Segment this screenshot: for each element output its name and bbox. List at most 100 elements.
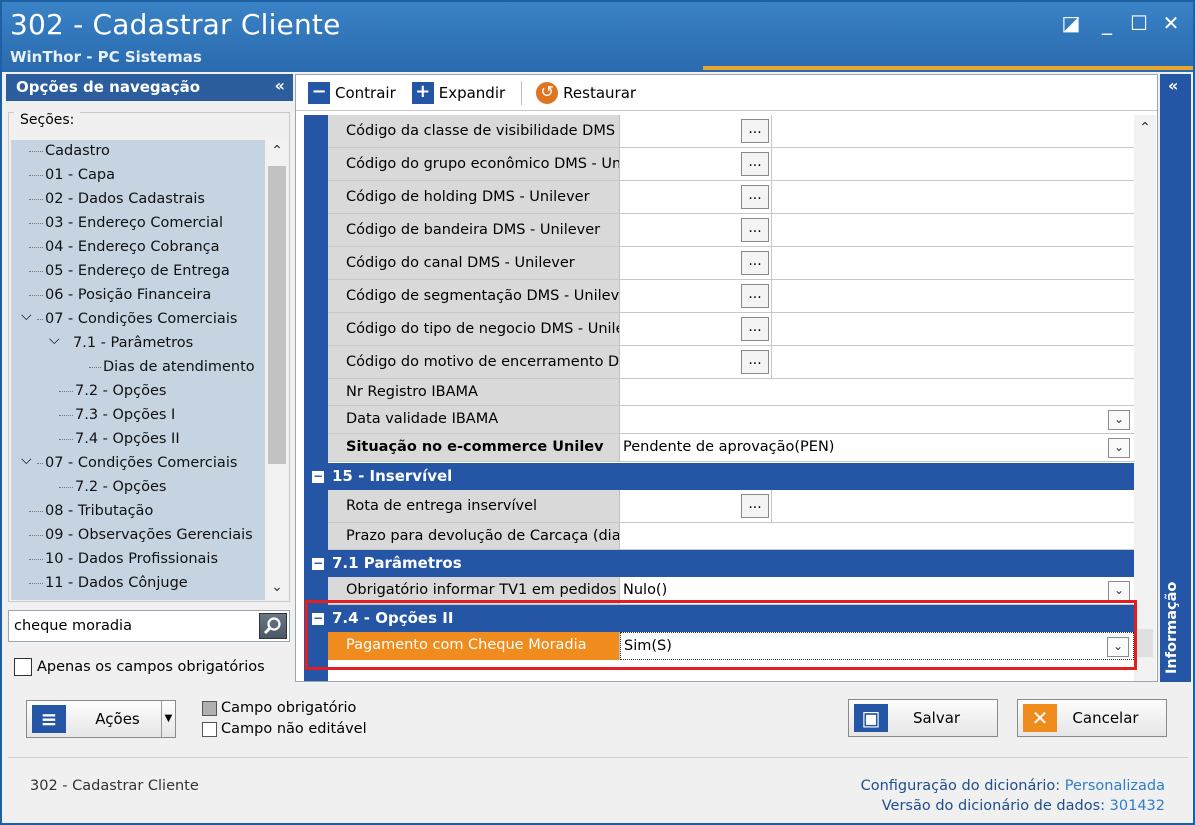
- tree-item-condicoes-comerciais-2[interactable]: 07 - Condições Comerciais: [45, 452, 237, 476]
- chevron-down-icon[interactable]: ⌄: [1108, 581, 1130, 601]
- group-71-parametros[interactable]: −7.1 Parâmetros: [304, 550, 1134, 577]
- tree-scrollbar[interactable]: ⌃ ⌄: [266, 140, 288, 600]
- collapse-button[interactable]: − Contrair: [308, 81, 396, 104]
- scroll-up-icon[interactable]: ⌃: [1134, 117, 1156, 139]
- field-value[interactable]: ...: [620, 280, 1134, 312]
- tree-item-dias-atendimento[interactable]: Dias de atendimento: [103, 356, 255, 380]
- tree-item-dados-cadastrais[interactable]: 02 - Dados Cadastrais: [45, 188, 205, 212]
- prazo-input[interactable]: [620, 523, 1134, 549]
- group-15-inservivel[interactable]: −15 - Inservível: [304, 463, 1134, 490]
- chevron-down-icon[interactable]: ⌄: [1108, 410, 1130, 430]
- chevron-down-icon[interactable]: ⌄: [1108, 438, 1130, 458]
- minus-icon: −: [308, 81, 330, 104]
- ellipsis-button[interactable]: ...: [741, 185, 769, 209]
- tree-item-tributacao[interactable]: 08 - Tributação: [45, 500, 153, 524]
- tree-item-opcoes-i[interactable]: 7.3 - Opções I: [75, 404, 175, 428]
- search-input[interactable]: [9, 611, 257, 641]
- window-title: 302 - Cadastrar Cliente: [10, 8, 341, 41]
- field-value[interactable]: ...: [620, 247, 1134, 279]
- tree-item-parametros[interactable]: 7.1 - Parâmetros: [73, 332, 193, 356]
- rota-field[interactable]: ...: [620, 490, 1134, 522]
- tree-item-dados-profissionais[interactable]: 10 - Dados Profissionais: [45, 548, 218, 572]
- nav-header-label: Opções de navegação: [16, 78, 201, 96]
- sections-tree: Cadastro 01 - Capa 02 - Dados Cadastrais…: [11, 140, 265, 600]
- field-label: Rota de entrega inservível: [328, 490, 620, 522]
- cancel-button[interactable]: ✕ Cancelar: [1017, 699, 1167, 737]
- grid-scrollbar[interactable]: ⌃: [1134, 115, 1156, 681]
- save-button[interactable]: ▣ Salvar: [848, 699, 998, 737]
- actions-button[interactable]: ≡ Ações ▼: [26, 700, 176, 738]
- tree-expand-icon[interactable]: ⌵: [21, 452, 32, 468]
- ellipsis-button[interactable]: ...: [741, 251, 769, 275]
- expand-button[interactable]: + Expandir: [411, 81, 505, 104]
- grid-row: Código do motivo de encerramento D ...: [328, 346, 1134, 379]
- floppy-icon: ▣: [854, 704, 888, 732]
- field-value[interactable]: ...: [620, 115, 1134, 147]
- ellipsis-button[interactable]: ...: [741, 317, 769, 341]
- tree-item-endereco-cobranca[interactable]: 04 - Endereço Cobrança: [45, 236, 220, 260]
- ellipsis-button[interactable]: ...: [741, 284, 769, 308]
- only-required-option[interactable]: Apenas os campos obrigatórios: [14, 658, 265, 676]
- field-value[interactable]: ...: [620, 214, 1134, 246]
- only-required-checkbox[interactable]: [14, 658, 32, 676]
- tree-item-endereco-comercial[interactable]: 03 - Endereço Comercial: [45, 212, 223, 236]
- fields-panel: − Contrair + Expandir ↺ Restaurar Código…: [295, 74, 1158, 682]
- tree-item-opcoes-2[interactable]: 7.2 - Opções: [75, 476, 166, 500]
- caret-down-icon[interactable]: ▼: [161, 701, 175, 737]
- search-button[interactable]: [259, 613, 287, 639]
- tree-expand-icon[interactable]: ⌵: [49, 332, 60, 348]
- close-button[interactable]: ✕: [1158, 12, 1184, 36]
- minimize-button[interactable]: _: [1094, 12, 1120, 36]
- app-window: 302 - Cadastrar Cliente WinThor - PC Sis…: [0, 0, 1195, 825]
- ellipsis-button[interactable]: ...: [741, 494, 769, 518]
- ellipsis-button[interactable]: ...: [741, 350, 769, 374]
- info-side-tab[interactable]: « Informação: [1160, 74, 1191, 682]
- restore-button[interactable]: ↺ Restaurar: [536, 81, 636, 104]
- info-tab-label: Informação: [1164, 581, 1180, 674]
- tree-item-opcoes-ii[interactable]: 7.4 - Opções II: [75, 428, 180, 452]
- field-value[interactable]: ...: [620, 313, 1134, 345]
- situacao-select[interactable]: Pendente de aprovação(PEN) ⌄: [620, 434, 1134, 461]
- field-value[interactable]: ...: [620, 346, 1134, 378]
- nav-collapse-icon[interactable]: «: [275, 76, 285, 95]
- tree-item-opcoes[interactable]: 7.2 - Opções: [75, 380, 166, 404]
- expand-info-icon[interactable]: «: [1168, 76, 1178, 95]
- footer-separator: [8, 757, 1188, 758]
- ellipsis-button[interactable]: ...: [741, 119, 769, 143]
- scroll-down-icon[interactable]: ⌄: [266, 576, 288, 598]
- tree-item-condicoes-comerciais[interactable]: 07 - Condições Comerciais: [45, 308, 237, 332]
- maximize-button[interactable]: ☐: [1126, 12, 1152, 36]
- grid-row: Prazo para devolução de Carcaça (dia: [328, 523, 1134, 550]
- tree-expand-icon[interactable]: ⌵: [21, 308, 32, 324]
- grid-row: Código de bandeira DMS - Unilever ...: [328, 214, 1134, 247]
- field-label: Código do motivo de encerramento D: [328, 346, 620, 378]
- grid-row: Rota de entrega inservível ...: [328, 490, 1134, 523]
- field-label: Código do tipo de negocio DMS - Unile: [328, 313, 620, 345]
- tree-item-cadastro[interactable]: Cadastro: [45, 140, 110, 164]
- ellipsis-button[interactable]: ...: [741, 218, 769, 242]
- search-icon: [263, 617, 281, 635]
- search-box: [8, 610, 290, 642]
- grid-row: Código de holding DMS - Unilever ...: [328, 181, 1134, 214]
- grid-scroll-thumb[interactable]: [1137, 629, 1153, 657]
- tree-item-endereco-entrega[interactable]: 05 - Endereço de Entrega: [45, 260, 230, 284]
- grid-row: Código do tipo de negocio DMS - Unile ..…: [328, 313, 1134, 346]
- tree-item-posicao-financeira[interactable]: 06 - Posição Financeira: [45, 284, 211, 308]
- data-validade-field[interactable]: ⌄: [620, 406, 1134, 433]
- collapse-group-icon[interactable]: −: [312, 557, 324, 570]
- nr-registro-input[interactable]: [620, 379, 1134, 405]
- tree-item-dados-conjuge[interactable]: 11 - Dados Cônjuge: [45, 572, 188, 596]
- tree-item-capa[interactable]: 01 - Capa: [45, 164, 115, 188]
- tree-scroll-thumb[interactable]: [268, 166, 286, 464]
- grid-row: Data validade IBAMA ⌄: [328, 406, 1134, 434]
- field-value[interactable]: ...: [620, 181, 1134, 213]
- plus-icon: +: [411, 81, 434, 104]
- restore-window-icon[interactable]: ◪: [1058, 12, 1084, 36]
- tree-item-observacoes-gerenciais[interactable]: 09 - Observações Gerenciais: [45, 524, 253, 548]
- field-value[interactable]: ...: [620, 148, 1134, 180]
- collapse-group-icon[interactable]: −: [312, 470, 324, 483]
- ellipsis-button[interactable]: ...: [741, 152, 769, 176]
- field-label: Código de holding DMS - Unilever: [328, 181, 620, 213]
- field-label: Situação no e-commerce Unilev: [328, 434, 620, 461]
- scroll-up-icon[interactable]: ⌃: [266, 140, 288, 162]
